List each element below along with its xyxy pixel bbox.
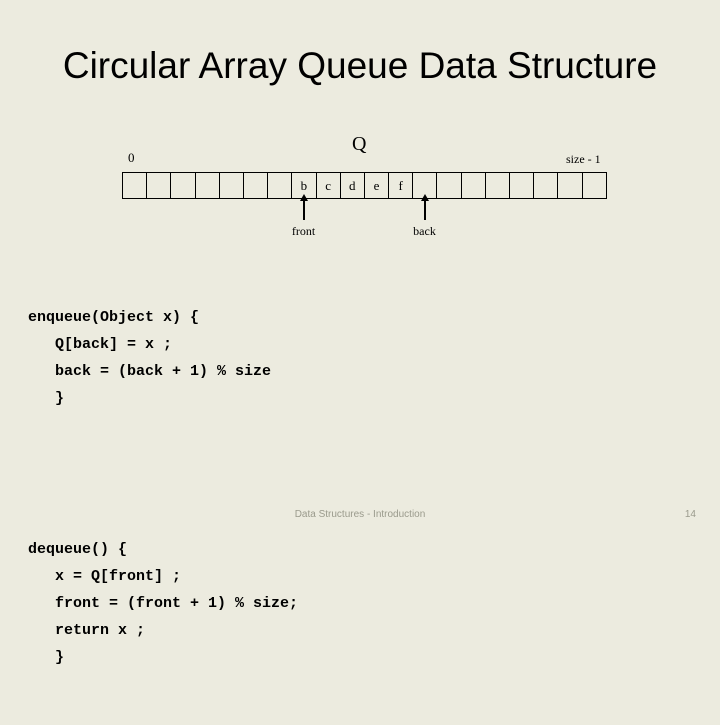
pointer-label-back: back: [413, 224, 436, 238]
array-cell: [147, 173, 172, 198]
array-end-index-label: size - 1: [566, 152, 601, 166]
array-cell: [268, 173, 293, 198]
arrow-head-icon: [420, 194, 429, 201]
pointer-arrow-back: [420, 194, 429, 220]
array-cell: f: [389, 173, 414, 198]
array-start-index-label: 0: [128, 150, 135, 165]
array-cell: [220, 173, 244, 198]
array-name-label: Q: [352, 133, 367, 155]
array-cell: [534, 173, 559, 198]
array-cell: [244, 173, 269, 198]
array-cell: c: [317, 173, 341, 198]
array-cell: [437, 173, 462, 198]
slide-canvas: Circular Array Queue Data Structure Q 0 …: [0, 0, 720, 666]
arrow-head-icon: [299, 194, 308, 201]
footer-label: Data Structures - Introduction: [294, 509, 426, 520]
code-block: enqueue(Object x) { Q[back] = x ; back =…: [28, 250, 548, 725]
array-cell: d: [341, 173, 365, 198]
array-cells-row: bcdef: [122, 172, 607, 199]
array-cell: [486, 173, 510, 198]
enqueue-line: }: [28, 390, 65, 407]
pointer-label-front: front: [291, 224, 316, 238]
dequeue-code: dequeue() { x = Q[front] ; front = (fron…: [28, 536, 548, 671]
pointer-arrow-front: [299, 194, 308, 220]
enqueue-line: Q[back] = x ;: [28, 336, 173, 353]
array-cell: [558, 173, 583, 198]
dequeue-line: x = Q[front] ;: [28, 568, 182, 585]
array-cell: e: [365, 173, 390, 198]
array-cell: [510, 173, 535, 198]
array-cell: [583, 173, 607, 198]
page-number: 14: [684, 509, 696, 520]
dequeue-line: dequeue() {: [28, 541, 128, 558]
array-cell: [171, 173, 196, 198]
enqueue-code: enqueue(Object x) { Q[back] = x ; back =…: [28, 304, 548, 412]
array-cell: [123, 173, 148, 198]
dequeue-line: front = (front + 1) % size;: [28, 595, 299, 612]
array-cell: [196, 173, 220, 198]
enqueue-line: enqueue(Object x) {: [28, 309, 200, 326]
dequeue-line: }: [28, 649, 65, 666]
enqueue-line: back = (back + 1) % size: [28, 363, 272, 380]
array-cell: [462, 173, 486, 198]
circular-array-diagram: Q 0 size - 1 bcdef front back: [0, 0, 720, 260]
code-spacer: [28, 466, 548, 482]
dequeue-line: return x ;: [28, 622, 146, 639]
